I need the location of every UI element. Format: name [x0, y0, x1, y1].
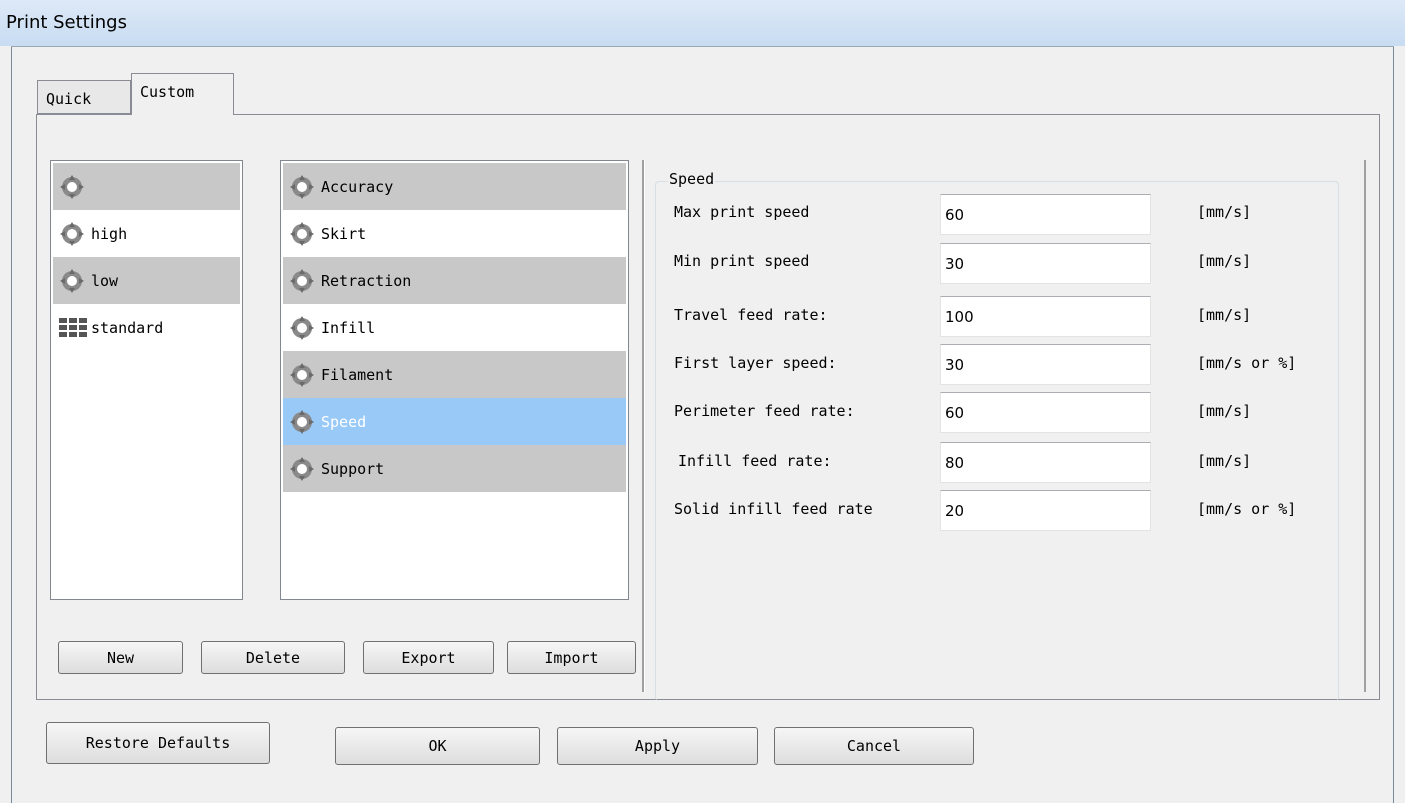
export-button[interactable]: Export — [363, 641, 494, 674]
perimeter-feed-rate-unit: [mm/s] — [1197, 402, 1252, 420]
category-list[interactable]: Accuracy Skirt Retraction Infill Filamen… — [280, 160, 629, 600]
apply-button[interactable]: Apply — [557, 727, 758, 765]
category-label: Filament — [321, 365, 394, 384]
import-button[interactable]: Import — [507, 641, 636, 674]
window-title: Print Settings — [6, 12, 127, 33]
solid-infill-feed-rate-unit: [mm/s or %] — [1197, 500, 1297, 518]
scroll-edge — [1364, 160, 1366, 692]
travel-feed-rate-label: Travel feed rate: — [674, 306, 828, 324]
gear-cross-icon — [289, 409, 315, 435]
profile-item-unnamed[interactable] — [53, 163, 240, 210]
solid-infill-feed-rate-input[interactable] — [940, 490, 1151, 531]
category-item-infill[interactable]: Infill — [283, 304, 626, 351]
gear-cross-icon — [59, 221, 85, 247]
infill-feed-rate-unit: [mm/s] — [1197, 452, 1252, 470]
category-item-skirt[interactable]: Skirt — [283, 210, 626, 257]
travel-feed-rate-input[interactable] — [940, 296, 1151, 337]
profile-label: high — [91, 224, 128, 243]
gear-cross-icon — [59, 174, 85, 200]
splitter[interactable] — [642, 160, 645, 692]
profile-item-high[interactable]: high — [53, 210, 240, 257]
perimeter-feed-rate-input[interactable] — [940, 392, 1151, 433]
travel-feed-rate-unit: [mm/s] — [1197, 306, 1252, 324]
profile-label: standard — [91, 318, 164, 337]
first-layer-speed-unit: [mm/s or %] — [1197, 354, 1297, 372]
gear-cross-icon — [289, 268, 315, 294]
tab-custom[interactable]: Custom — [131, 73, 234, 115]
gear-cross-icon — [289, 221, 315, 247]
category-label: Retraction — [321, 271, 412, 290]
grid-icon — [59, 318, 87, 337]
gear-cross-icon — [289, 174, 315, 200]
min-print-speed-label: Min print speed — [674, 252, 810, 270]
profile-list[interactable]: high low standard — [50, 160, 243, 600]
tab-quick[interactable]: Quick — [37, 80, 131, 114]
category-item-support[interactable]: Support — [283, 445, 626, 492]
speed-group-title: Speed — [668, 170, 716, 188]
first-layer-speed-label: First layer speed: — [674, 354, 837, 372]
profile-item-low[interactable]: low — [53, 257, 240, 304]
frame-top-border — [11, 46, 1394, 47]
perimeter-feed-rate-label: Perimeter feed rate: — [674, 402, 855, 420]
title-bar: Print Settings — [0, 0, 1405, 46]
first-layer-speed-input[interactable] — [940, 344, 1151, 385]
category-label: Speed — [321, 412, 367, 431]
max-print-speed-label: Max print speed — [674, 203, 810, 221]
category-item-speed[interactable]: Speed — [283, 398, 626, 445]
new-button[interactable]: New — [58, 641, 183, 674]
gear-cross-icon — [59, 268, 85, 294]
category-label: Infill — [321, 318, 376, 337]
profile-item-standard[interactable]: standard — [53, 304, 240, 351]
gear-cross-icon — [289, 456, 315, 482]
category-label: Skirt — [321, 224, 367, 243]
cancel-button[interactable]: Cancel — [774, 727, 974, 765]
category-label: Accuracy — [321, 177, 394, 196]
solid-infill-feed-rate-label: Solid infill feed rate — [674, 500, 873, 518]
min-print-speed-input[interactable] — [940, 243, 1151, 284]
max-print-speed-unit: [mm/s] — [1197, 203, 1252, 221]
restore-defaults-button[interactable]: Restore Defaults — [46, 722, 270, 764]
gear-cross-icon — [289, 362, 315, 388]
min-print-speed-unit: [mm/s] — [1197, 252, 1252, 270]
profile-label: low — [91, 271, 119, 290]
category-item-filament[interactable]: Filament — [283, 351, 626, 398]
delete-button[interactable]: Delete — [201, 641, 345, 674]
infill-feed-rate-input[interactable] — [940, 442, 1151, 483]
category-item-accuracy[interactable]: Accuracy — [283, 163, 626, 210]
max-print-speed-input[interactable] — [940, 194, 1151, 235]
ok-button[interactable]: OK — [335, 727, 540, 765]
category-item-retraction[interactable]: Retraction — [283, 257, 626, 304]
infill-feed-rate-label: Infill feed rate: — [678, 452, 832, 470]
category-label: Support — [321, 459, 385, 478]
gear-cross-icon — [289, 315, 315, 341]
